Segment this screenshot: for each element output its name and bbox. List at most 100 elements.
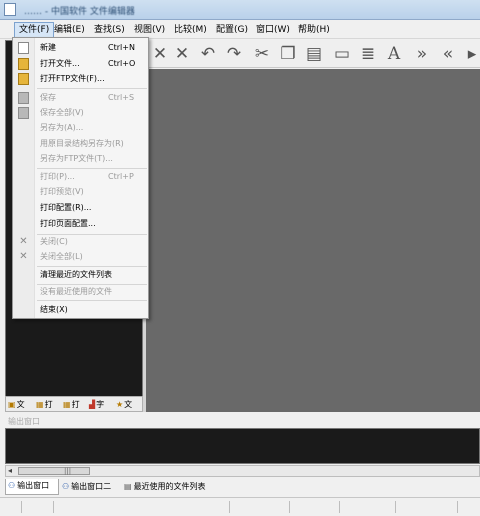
menu-file[interactable]: 文件(F)	[14, 22, 55, 38]
delete-icon[interactable]: ✕	[150, 44, 170, 64]
status-cell	[396, 501, 458, 513]
menu-item-label: 打开FTP文件(F)...	[40, 74, 105, 83]
menu-item-save-as[interactable]: 另存为(A)...	[13, 120, 148, 136]
menu-separator	[37, 88, 147, 89]
menu-item-exit[interactable]: 结束(X)	[13, 302, 148, 318]
menu-edit[interactable]: 编辑(E)	[50, 22, 89, 38]
menu-item-label: 保存全部(V)	[40, 108, 84, 117]
scroll-left-icon[interactable]: ◂	[8, 466, 12, 476]
more-icon[interactable]: ▸	[462, 44, 480, 64]
printer-icon: ▤	[124, 482, 132, 491]
menu-item-no-recent: 没有最近使用的文件	[13, 284, 148, 300]
tab-output-window[interactable]: ⚇ 输出窗口	[5, 479, 59, 495]
menu-search[interactable]: 查找(S)	[90, 22, 129, 38]
sidebar-tab-label: 文	[16, 400, 25, 409]
chart-icon: ▟	[89, 400, 96, 409]
menu-item-open-ftp[interactable]: 打开FTP文件(F)...	[13, 71, 148, 87]
menu-item-label: 关闭(C)	[40, 237, 68, 246]
menu-item-label: 关闭全部(L)	[40, 252, 83, 261]
menu-view[interactable]: 视图(V)	[130, 22, 169, 38]
menu-item-label: 打开文件...	[40, 59, 80, 68]
sidebar-tab-label: 打	[71, 400, 80, 409]
menu-item-label: 打印配置(R)...	[40, 203, 92, 212]
menu-item-print-preview[interactable]: 打印预览(V)	[13, 184, 148, 200]
menu-item-label: 保存	[40, 93, 56, 102]
sidebar-tab-chars[interactable]: ▟字	[89, 398, 104, 412]
sidebar-tab-label: 字	[96, 400, 105, 409]
sidebar-tab-files[interactable]: ▣文	[8, 398, 25, 412]
menu-item-label: 清理最近的文件列表	[40, 270, 112, 279]
tab-recent-files[interactable]: ▤ 最近使用的文件列表	[122, 479, 222, 495]
sidebar-tab-open2[interactable]: ▦打	[63, 398, 80, 412]
menu-item-page-setup[interactable]: 打印页面配置...	[13, 216, 148, 232]
status-cell	[22, 501, 54, 513]
delete-all-icon[interactable]: ✕	[172, 44, 192, 64]
menu-item-save-as-ftp[interactable]: 另存为FTP文件(T)...	[13, 151, 148, 167]
menu-item-print-config[interactable]: 打印配置(R)...	[13, 200, 148, 216]
sidebar-tab-favorites[interactable]: ★文	[116, 398, 132, 412]
status-cell	[340, 501, 396, 513]
menu-item-print[interactable]: 打印(P)... Ctrl+P	[13, 169, 148, 185]
font-icon[interactable]: A	[384, 44, 404, 64]
save-all-icon	[18, 107, 29, 119]
horizontal-scrollbar[interactable]: ◂ |||	[5, 465, 480, 477]
status-bar	[0, 497, 480, 516]
menu-item-open[interactable]: 打开文件... Ctrl+O	[13, 56, 148, 72]
menu-item-label: 另存为FTP文件(T)...	[40, 154, 113, 163]
copy-icon[interactable]: ❐	[278, 44, 298, 64]
menu-item-label: 另存为(A)...	[40, 123, 84, 132]
editor-area[interactable]	[146, 69, 480, 412]
indent-left-icon[interactable]: «	[438, 44, 458, 64]
close-icon: ✕	[19, 236, 28, 247]
file-menu-dropdown: 新建 Ctrl+N 打开文件... Ctrl+O 打开FTP文件(F)... 保…	[12, 37, 149, 319]
menu-item-label: 没有最近使用的文件	[40, 287, 112, 296]
status-cell	[230, 501, 290, 513]
close-all-icon: ✕	[19, 251, 28, 262]
indent-right-icon[interactable]: »	[412, 44, 432, 64]
menu-item-label: 新建	[40, 43, 56, 52]
status-cell	[54, 501, 230, 513]
output-tabs: ⚇ 输出窗口 ⚇ 输出窗口二 ▤ 最近使用的文件列表	[5, 479, 480, 495]
status-cell	[0, 501, 22, 513]
paste-icon[interactable]: ▤	[304, 44, 324, 64]
sidebar-tab-label: 打	[44, 400, 53, 409]
app-icon	[4, 3, 16, 16]
replace-icon[interactable]: ≣	[358, 44, 378, 64]
menu-item-save[interactable]: 保存 Ctrl+S	[13, 90, 148, 106]
undo-icon[interactable]: ↶	[198, 44, 218, 64]
output-panel[interactable]	[5, 428, 480, 464]
title-bar: …… - 中国软件 文件编辑器	[0, 0, 480, 20]
menu-item-label: 打印预览(V)	[40, 187, 84, 196]
menu-item-save-as-structure[interactable]: 用原目录结构另存为(R)	[13, 136, 148, 152]
menu-item-clear-recent[interactable]: 清理最近的文件列表	[13, 267, 148, 283]
redo-icon[interactable]: ↷	[224, 44, 244, 64]
menu-item-shortcut: Ctrl+S	[108, 93, 135, 102]
window-title: …… - 中国软件 文件编辑器	[24, 7, 135, 17]
sidebar-tab-label: 文	[124, 400, 133, 409]
output-icon: ⚇	[8, 481, 16, 490]
new-file-icon	[18, 42, 29, 54]
star-icon: ★	[116, 400, 124, 409]
menu-item-shortcut: Ctrl+O	[108, 59, 136, 68]
menu-window[interactable]: 窗口(W)	[252, 22, 294, 38]
tab-label: 最近使用的文件列表	[133, 482, 206, 491]
tab-label: 输出窗口二	[71, 482, 112, 491]
menu-item-close-all[interactable]: ✕ 关闭全部(L)	[13, 249, 148, 265]
menu-item-new[interactable]: 新建 Ctrl+N	[13, 40, 148, 56]
tab-label: 输出窗口	[17, 481, 50, 490]
status-cell	[290, 501, 340, 513]
menu-help[interactable]: 帮助(H)	[294, 22, 334, 38]
menu-item-close[interactable]: ✕ 关闭(C)	[13, 234, 148, 250]
menu-item-save-all[interactable]: 保存全部(V)	[13, 105, 148, 121]
menu-config[interactable]: 配置(G)	[212, 22, 252, 38]
menu-item-label: 用原目录结构另存为(R)	[40, 139, 124, 148]
find-icon[interactable]: ▭	[332, 44, 352, 64]
tab-output-window-2[interactable]: ⚇ 输出窗口二	[60, 479, 122, 495]
folder-tree-icon: ▣	[8, 400, 16, 409]
sidebar-tabs: ▣文 ▦打 ▦打 ▟字 ★文	[5, 396, 143, 412]
menu-compare[interactable]: 比较(M)	[170, 22, 211, 38]
scroll-thumb[interactable]: |||	[18, 467, 90, 475]
cut-icon[interactable]: ✂	[252, 44, 272, 64]
menu-item-shortcut: Ctrl+N	[108, 43, 135, 52]
sidebar-tab-open[interactable]: ▦打	[36, 398, 53, 412]
